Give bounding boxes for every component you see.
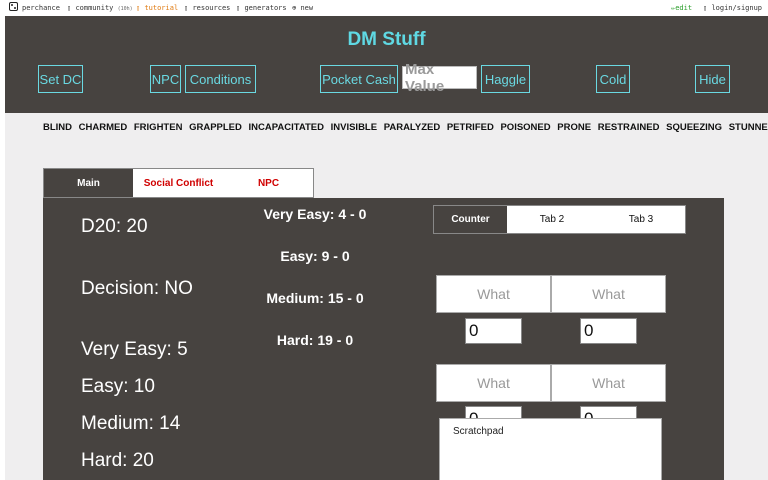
community-link[interactable]: ▯ community (10h)	[67, 4, 133, 12]
set-dc-button[interactable]: Set DC	[38, 65, 83, 93]
edit-link[interactable]: ✏edit	[671, 4, 692, 12]
d20-result: D20: 20	[81, 216, 148, 237]
people-icon: ▯	[67, 4, 72, 12]
very-easy-range: Very Easy: 4 - 0	[263, 206, 367, 222]
condition-item[interactable]: PRONE	[557, 122, 591, 133]
counter-value-field[interactable]: 0	[465, 318, 522, 344]
max-value-input[interactable]: Max Value	[402, 61, 477, 95]
haggle-button[interactable]: Haggle	[481, 65, 530, 93]
hard-range: Hard: 19 - 0	[276, 332, 354, 348]
medium-range: Medium: 15 - 0	[266, 290, 364, 306]
scratchpad-textarea[interactable]: Scratchpad	[439, 418, 662, 480]
plus-icon: ⊕	[292, 4, 297, 12]
edit-label: edit	[675, 4, 693, 12]
main-tabs: Main Social Conflict NPC	[43, 168, 314, 198]
tab-counter[interactable]: Counter	[434, 206, 507, 233]
main-panel: D20: 20 Decision: NO Very Easy: 5 Easy: …	[43, 198, 724, 480]
login-icon: ▯	[703, 4, 708, 12]
cold-button[interactable]: Cold	[596, 65, 630, 93]
new-label: new	[300, 4, 314, 12]
tutorial-label: tutorial	[144, 4, 179, 12]
conditions-button[interactable]: Conditions	[185, 65, 256, 93]
condition-item[interactable]: PARALYZED	[384, 122, 440, 133]
condition-item[interactable]: CHARMED	[79, 122, 128, 133]
tab-main[interactable]: Main	[44, 169, 133, 197]
decision-result: Decision: NO	[81, 278, 193, 299]
tab-npc[interactable]: NPC	[224, 169, 313, 197]
condition-item[interactable]: POISONED	[500, 122, 550, 133]
condition-item[interactable]: BLIND	[43, 122, 72, 133]
brand-link[interactable]: perchance	[22, 4, 60, 12]
tab-2[interactable]: Tab 2	[507, 206, 597, 233]
counter-tabs: Counter Tab 2 Tab 3	[433, 205, 686, 234]
community-label: community	[75, 4, 114, 12]
hard-value: Hard: 20	[81, 450, 154, 471]
community-count: (10h)	[117, 6, 133, 12]
resources-link[interactable]: ▯ resources	[184, 4, 230, 12]
very-easy-value: Very Easy: 5	[81, 339, 188, 360]
condition-item[interactable]: GRAPPLED	[189, 122, 242, 133]
condition-item[interactable]: SQUEEZING	[666, 122, 722, 133]
conditions-list: BLIND CHARMED FRIGHTEN GRAPPLED INCAPACI…	[43, 122, 768, 133]
easy-range: Easy: 9 - 0	[280, 248, 350, 264]
npc-button[interactable]: NPC	[150, 65, 181, 93]
dice-icon	[9, 2, 18, 11]
resources-icon: ▯	[184, 4, 189, 12]
condition-item[interactable]: RESTRAINED	[598, 122, 660, 133]
resources-label: resources	[192, 4, 231, 12]
page-title: DM Stuff	[347, 29, 426, 50]
hide-button[interactable]: Hide	[695, 65, 730, 93]
condition-item[interactable]: FRIGHTEN	[134, 122, 183, 133]
condition-item[interactable]: STUNNE	[729, 122, 768, 133]
tab-3[interactable]: Tab 3	[597, 206, 685, 233]
counter-name-field[interactable]: What	[551, 275, 666, 313]
generator-frame: DM Stuff Set DC NPC Conditions Pocket Ca…	[5, 16, 768, 480]
counter-value-field[interactable]: 0	[580, 318, 637, 344]
tutorial-link[interactable]: ▯ tutorial	[136, 4, 178, 12]
generators-icon: ▯	[236, 4, 241, 12]
login-label: login/signup	[711, 4, 763, 12]
generators-link[interactable]: ▯ generators	[236, 4, 287, 12]
generators-label: generators	[244, 4, 287, 12]
book-icon: ▯	[136, 4, 141, 12]
new-link[interactable]: ⊕ new	[292, 4, 313, 12]
perchance-top-nav: perchance ▯ community (10h) ▯ tutorial ▯…	[0, 0, 768, 16]
easy-value: Easy: 10	[81, 376, 155, 397]
counter-name-field[interactable]: What	[436, 364, 551, 402]
pocket-cash-button[interactable]: Pocket Cash	[320, 65, 398, 93]
condition-item[interactable]: PETRIFED	[447, 122, 494, 133]
tab-social-conflict[interactable]: Social Conflict	[133, 169, 224, 197]
counter-name-field[interactable]: What	[436, 275, 551, 313]
header-bar: DM Stuff Set DC NPC Conditions Pocket Ca…	[5, 16, 768, 113]
condition-item[interactable]: INVISIBLE	[331, 122, 377, 133]
condition-item[interactable]: INCAPACITATED	[249, 122, 324, 133]
counter-name-field[interactable]: What	[551, 364, 666, 402]
medium-value: Medium: 14	[81, 413, 181, 434]
login-link[interactable]: ▯ login/signup	[703, 4, 762, 12]
